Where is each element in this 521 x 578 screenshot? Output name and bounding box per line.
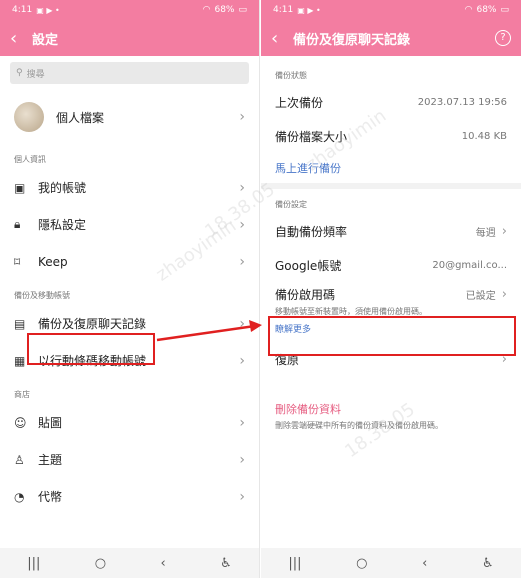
screenshot-stage: 4:11 ▣ ▶ • ◠ 68% ▭ ‹ 設定 ⚲ 搜尋 個人檔案 › 個人資訊… [0, 0, 521, 578]
annotation-arrow [156, 320, 262, 342]
